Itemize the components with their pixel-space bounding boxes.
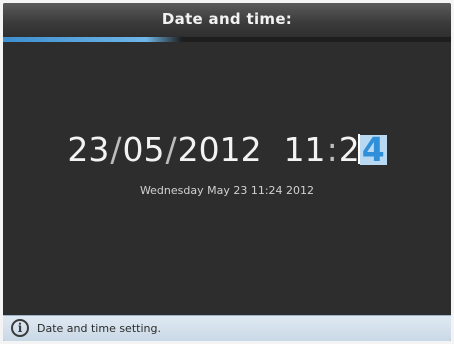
datetime-editor: 23/05/2012 11:24 [3, 130, 451, 169]
status-bar: i Date and time setting. [3, 315, 451, 341]
main-area: 23/05/2012 11:24 Wednesday May 23 11:24 2… [3, 42, 451, 315]
time-separator: : [326, 130, 338, 169]
status-text: Date and time setting. [37, 322, 161, 335]
hour-field[interactable]: 11 [284, 130, 326, 169]
page-title: Date and time: [161, 10, 293, 28]
device-screen: Date and time: 23/05/2012 11:24 Wednesday… [3, 3, 451, 341]
date-separator: / [110, 130, 122, 169]
title-bar: Date and time: [3, 3, 451, 37]
year-field[interactable]: 2012 [178, 130, 262, 169]
minute-tens-field[interactable]: 2 [339, 130, 360, 169]
minute-ones-field-selected[interactable]: 4 [359, 133, 387, 166]
date-separator: / [165, 130, 177, 169]
day-field[interactable]: 23 [67, 130, 109, 169]
info-icon: i [11, 319, 29, 337]
month-field[interactable]: 05 [122, 130, 164, 169]
datetime-summary: Wednesday May 23 11:24 2012 [139, 184, 315, 197]
